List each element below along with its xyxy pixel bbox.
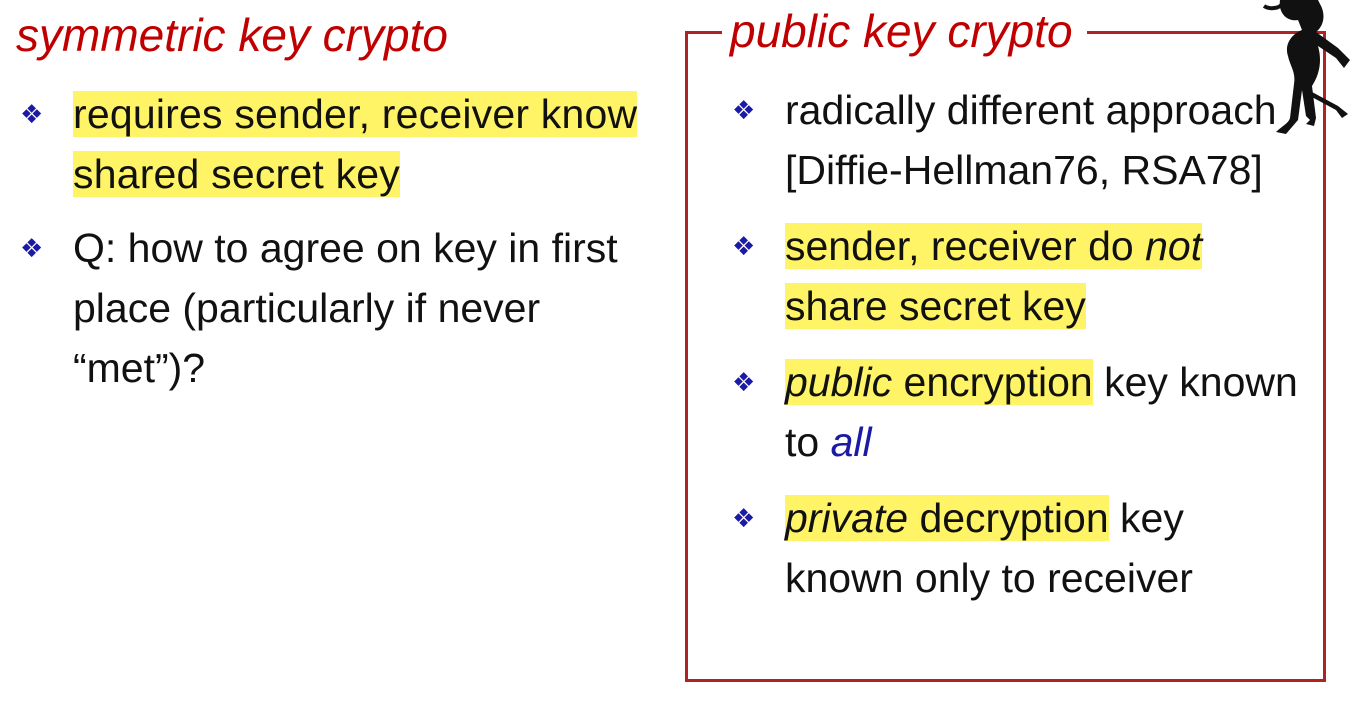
bullet-text: radically different approach [Diffie-Hel… (785, 87, 1277, 193)
diamond-bullet-icon: ❖ (732, 367, 756, 397)
list-item: ❖ public encryption key known to all (732, 352, 1312, 472)
emphasis-text: all (830, 419, 872, 465)
diamond-bullet-icon: ❖ (20, 233, 44, 263)
list-item: ❖ sender, receiver do not share secret k… (732, 216, 1312, 336)
diamond-bullet-icon: ❖ (732, 503, 756, 533)
public-title: public key crypto (722, 8, 1087, 54)
bullet-text: decryption (908, 495, 1109, 541)
bullet-text: Q: how to agree on key in first place (p… (73, 225, 618, 391)
bullet-text: requires sender, receiver know shared se… (73, 91, 638, 197)
public-bullet-list: ❖ radically different approach [Diffie-H… (732, 80, 1312, 624)
emphasis-text: not (1145, 223, 1203, 269)
diamond-bullet-icon: ❖ (732, 95, 756, 125)
list-item: ❖ Q: how to agree on key in first place … (20, 218, 640, 398)
list-item: ❖ radically different approach [Diffie-H… (732, 80, 1312, 200)
symmetric-title: symmetric key crypto (16, 9, 448, 61)
list-item: ❖ requires sender, receiver know shared … (20, 84, 640, 204)
slide: symmetric key crypto ❖ requires sender, … (0, 0, 1356, 711)
bullet-text: share secret key (785, 283, 1086, 329)
diamond-bullet-icon: ❖ (20, 99, 44, 129)
diamond-bullet-icon: ❖ (732, 231, 756, 261)
list-item: ❖ private decryption key known only to r… (732, 488, 1312, 608)
emphasis-text: public (785, 359, 893, 405)
bullet-text: encryption (892, 359, 1093, 405)
bullet-text: sender, receiver do (785, 223, 1146, 269)
symmetric-bullet-list: ❖ requires sender, receiver know shared … (20, 84, 640, 412)
emphasis-text: private (785, 495, 909, 541)
